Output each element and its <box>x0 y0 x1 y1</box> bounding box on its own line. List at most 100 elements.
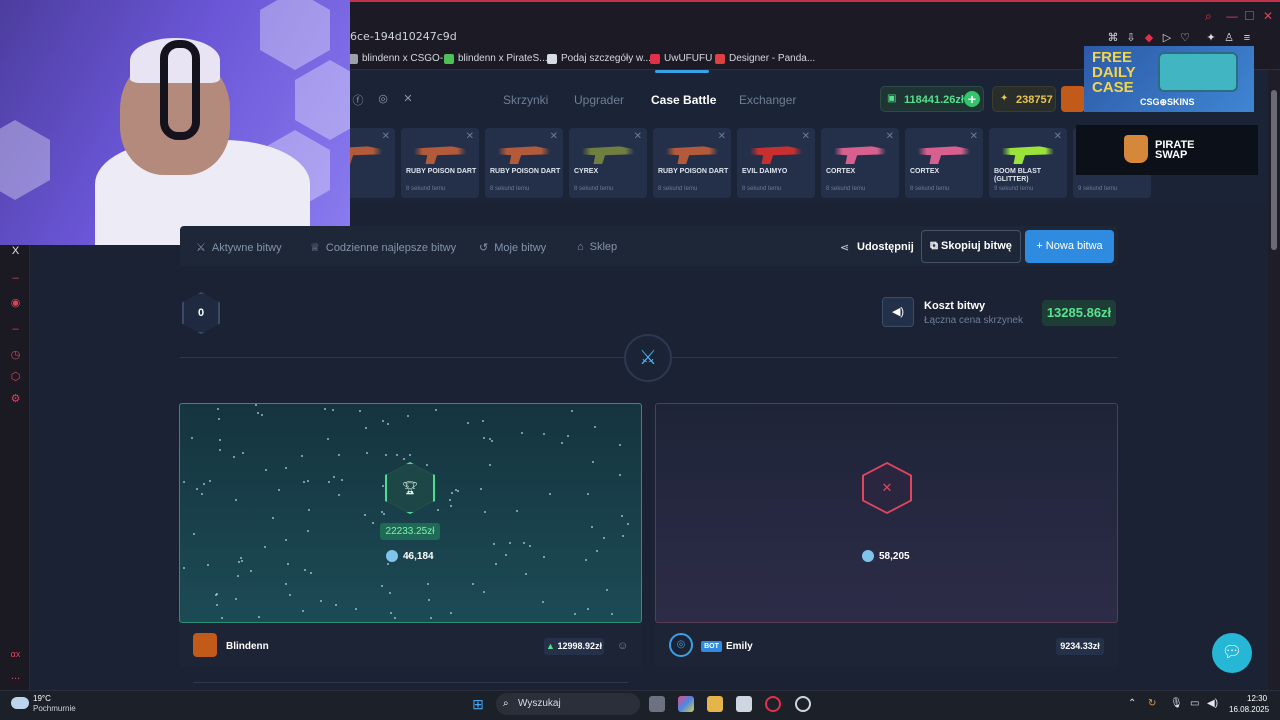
submenu-shop[interactable]: ⌂ Sklep <box>577 241 617 253</box>
store-icon[interactable] <box>736 696 752 712</box>
user-avatar[interactable] <box>1061 86 1085 112</box>
nav-upgrader[interactable]: Upgrader <box>574 93 624 107</box>
copy-battle-button[interactable]: ⧉ Skopiuj bitwę <box>921 230 1021 263</box>
sync-icon[interactable]: ↻ <box>1148 698 1156 709</box>
hide-icon[interactable]: ✕ <box>1054 131 1062 142</box>
player-name[interactable]: Emily <box>726 641 753 652</box>
nav-skrzynki[interactable]: Skrzynki <box>503 93 548 107</box>
heart-icon[interactable]: ♡ <box>1178 31 1192 45</box>
weather-temp[interactable]: 19°C <box>33 694 51 703</box>
drop-card[interactable]: ✕ EVIL DAIMYO 8 sekund temu <box>737 128 815 198</box>
submenu-my-battles[interactable]: ↺ Moje bitwy <box>479 241 546 255</box>
hide-icon[interactable]: ✕ <box>382 131 390 142</box>
cloud-icon[interactable] <box>11 697 29 709</box>
share-button[interactable]: Udostępnij <box>857 241 914 253</box>
bookmark-item[interactable]: Designer - Panda... <box>715 53 815 64</box>
drop-card[interactable]: ✕ RUBY POISON DART 8 sekund temu <box>653 128 731 198</box>
x-social-icon[interactable]: X <box>9 245 22 258</box>
star-particle <box>587 493 589 495</box>
drop-card[interactable]: ✕ BOOM BLAST (GLITTER) 9 sekund temu <box>989 128 1067 198</box>
new-battle-button[interactable]: + Nowa bitwa <box>1025 230 1114 263</box>
display-icon[interactable]: ▭ <box>1190 698 1199 709</box>
hide-icon[interactable]: ✕ <box>802 131 810 142</box>
emoji-icon[interactable]: ☺ <box>617 640 628 652</box>
star-particle <box>303 481 305 483</box>
profile-icon[interactable]: ♙ <box>1222 31 1236 45</box>
download-icon[interactable]: ⇩ <box>1124 31 1138 45</box>
shield-icon[interactable]: ◆ <box>1142 31 1156 45</box>
drop-name: RUBY POISON DART <box>490 168 561 175</box>
drop-card[interactable]: ✕ CORTEX 8 sekund temu <box>905 128 983 198</box>
hide-icon[interactable]: ✕ <box>550 131 558 142</box>
clock-time[interactable]: 12:30 <box>1247 694 1267 703</box>
scrollbar-thumb[interactable] <box>1271 90 1277 250</box>
address-bar[interactable]: 6ce-194d10247c9d <box>350 30 457 43</box>
drop-card[interactable]: ✕ CORTEX 8 sekund temu <box>821 128 899 198</box>
x-icon[interactable]: ✕ <box>401 92 415 106</box>
bookmark-item[interactable]: Podaj szczegóły w... <box>547 53 651 64</box>
history-icon[interactable]: ◷ <box>9 349 22 362</box>
drop-card[interactable]: ✕ RUBY POISON DART 8 sekund temu <box>485 128 563 198</box>
star-particle <box>285 583 287 585</box>
nav-case-battle[interactable]: Case Battle <box>651 93 716 107</box>
facebook-icon[interactable]: ⓕ <box>351 92 365 107</box>
maximize-icon[interactable]: ☐ <box>1244 9 1255 23</box>
avatar[interactable] <box>193 633 217 657</box>
bookmark-label: UwUFUFU <box>664 53 713 64</box>
copilot-icon[interactable] <box>678 696 694 712</box>
windows-start-icon[interactable]: ⊞ <box>470 696 486 712</box>
sound-toggle-button[interactable]: ◀) <box>882 297 914 327</box>
search-icon[interactable]: ⌕ <box>1205 9 1212 24</box>
hide-icon[interactable]: ✕ <box>634 131 642 142</box>
star-particle <box>489 464 491 466</box>
hide-icon[interactable]: ✕ <box>466 131 474 142</box>
nav-exchanger[interactable]: Exchanger <box>739 93 796 107</box>
battle-cost-title: Koszt bitwy <box>924 300 986 312</box>
play-icon[interactable]: ▷ <box>1160 31 1174 45</box>
hide-icon[interactable]: ✕ <box>886 131 894 142</box>
app-icon[interactable] <box>795 696 811 712</box>
chat-bubble-icon[interactable]: 💬︎ <box>1212 633 1252 673</box>
weather-desc[interactable]: Pochmurnie <box>33 704 76 713</box>
volume-icon[interactable]: ◀) <box>1207 698 1218 709</box>
star-particle <box>394 617 396 619</box>
opera-gx-icon[interactable] <box>765 696 781 712</box>
instagram-icon[interactable]: ◎ <box>376 92 390 106</box>
settings-icon[interactable]: ⚙ <box>9 393 22 406</box>
mic-icon[interactable]: 🎙︎ <box>1170 698 1183 709</box>
star-particle <box>193 533 195 535</box>
cube-icon[interactable]: ⬡ <box>9 371 22 384</box>
bookmark-item[interactable]: blindenn x CSGO-... <box>348 53 451 64</box>
star-particle <box>183 481 185 483</box>
taskbar-search[interactable]: Wyszukaj <box>496 693 640 715</box>
star-particle <box>516 510 518 512</box>
drop-card[interactable]: ✕ RUBY POISON DART 8 sekund temu <box>401 128 479 198</box>
task-view-icon[interactable] <box>649 696 665 712</box>
hide-icon[interactable]: ✕ <box>970 131 978 142</box>
extensions-icon[interactable]: ✦ <box>1204 31 1218 45</box>
clock-date[interactable]: 16.08.2025 <box>1229 705 1269 714</box>
player-icon[interactable]: ◉ <box>9 297 22 310</box>
player-name[interactable]: Blindenn <box>226 641 269 652</box>
deposit-button[interactable]: + <box>964 91 980 107</box>
bg-hexagon <box>260 0 330 70</box>
coins-value: 238757 <box>1016 94 1053 106</box>
minimize-icon[interactable]: — <box>1226 9 1238 23</box>
weapon-image <box>831 146 889 164</box>
aria-icon[interactable]: αx <box>9 648 22 661</box>
drop-card[interactable]: ✕ CYREX 8 sekund temu <box>569 128 647 198</box>
bookmark-item[interactable]: blindenn x PirateS... <box>444 53 548 64</box>
bookmark-item[interactable]: UwUFUFU <box>650 53 712 64</box>
bookmark-icon[interactable]: ⌘ <box>1106 31 1120 45</box>
file-explorer-icon[interactable] <box>707 696 723 712</box>
chevron-up-icon[interactable]: ⌃ <box>1128 698 1136 709</box>
windows-taskbar <box>0 690 1280 720</box>
star-particle <box>218 418 220 420</box>
star-particle <box>549 493 551 495</box>
hide-icon[interactable]: ✕ <box>718 131 726 142</box>
submenu-active-battles[interactable]: ⚔ Aktywne bitwy <box>196 241 282 255</box>
menu-icon[interactable]: ≡ <box>1240 31 1254 45</box>
submenu-daily-best[interactable]: ♕ Codzienne najlepsze bitwy <box>310 241 456 255</box>
more-icon[interactable]: ... <box>9 670 22 683</box>
close-icon[interactable]: ✕ <box>1263 9 1273 23</box>
